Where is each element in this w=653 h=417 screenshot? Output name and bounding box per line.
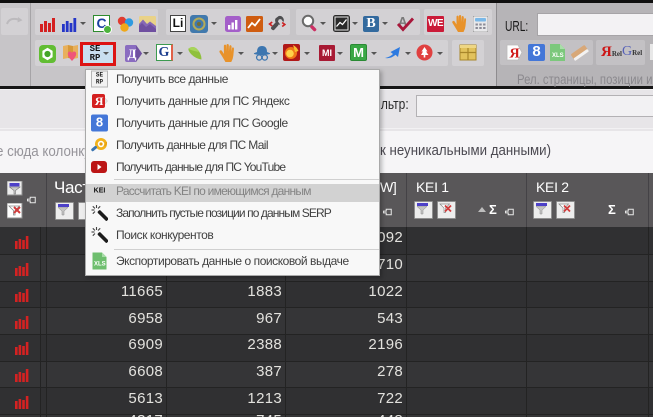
svg-text:Я: Я xyxy=(510,47,520,62)
svg-text:XLS: XLS xyxy=(94,262,106,268)
svg-text:Я: Я xyxy=(95,94,104,108)
svg-text:XLS: XLS xyxy=(552,53,564,59)
svg-text:Д: Д xyxy=(128,46,137,61)
